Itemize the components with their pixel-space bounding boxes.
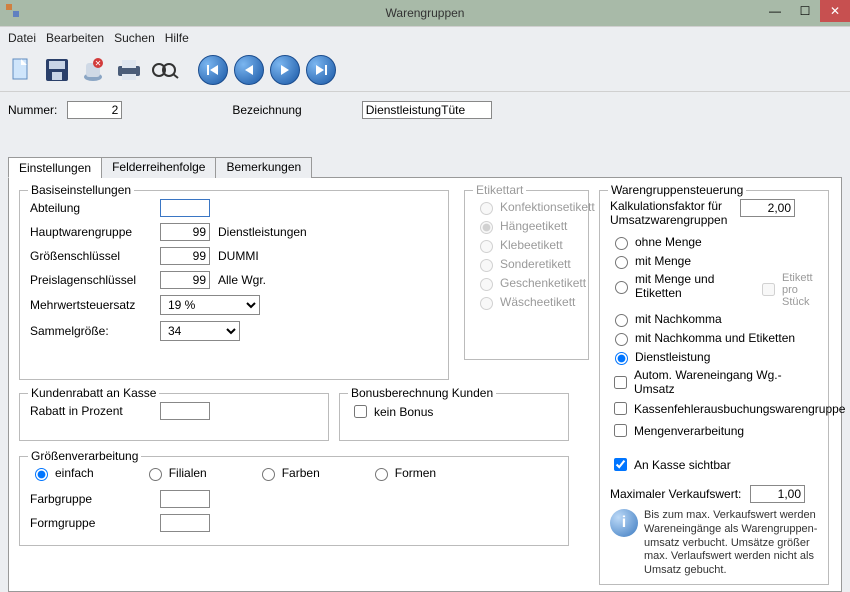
radio-sonder [480, 259, 493, 272]
group-groessenverarbeitung: Größenverarbeitung einfach Filialen Farb… [19, 456, 569, 546]
radio-mit-nachkomma-etiketten[interactable] [615, 333, 628, 346]
maximize-button[interactable]: ☐ [790, 0, 820, 22]
nav-first-icon[interactable] [198, 55, 228, 85]
tab-einstellungen[interactable]: Einstellungen [8, 157, 102, 178]
search-icon[interactable] [150, 55, 180, 85]
groessenschluessel-input[interactable] [160, 247, 210, 265]
info-icon: i [610, 509, 638, 537]
radio-mit-nachkomma[interactable] [615, 314, 628, 327]
mwst-select[interactable]: 19 % [160, 295, 260, 315]
radio-haenge [480, 221, 493, 234]
tab-felderreihenfolge[interactable]: Felderreihenfolge [101, 157, 216, 178]
nav-last-icon[interactable] [306, 55, 336, 85]
radio-klebe [480, 240, 493, 253]
bezeichnung-label: Bezeichnung [232, 103, 301, 117]
radio-formen[interactable] [375, 468, 388, 481]
kalkulationsfaktor-input[interactable] [740, 199, 795, 217]
radio-waesche [480, 297, 493, 310]
menu-datei[interactable]: Datei [8, 31, 36, 45]
radio-einfach[interactable] [35, 468, 48, 481]
mengenverarbeitung-checkbox[interactable] [614, 424, 627, 437]
menu-suchen[interactable]: Suchen [114, 31, 155, 45]
window-title: Warengruppen [386, 6, 465, 20]
etikett-pro-stueck-checkbox [762, 283, 775, 296]
an-kasse-checkbox[interactable] [614, 458, 627, 471]
group-kundenrabatt: Kundenrabatt an Kasse Rabatt in Prozent [19, 393, 329, 441]
close-button[interactable]: ✕ [820, 0, 850, 22]
sammelgroesse-select[interactable]: 34 [160, 321, 240, 341]
radio-konfektion [480, 202, 493, 215]
app-icon [6, 4, 20, 18]
menubar: Datei Bearbeiten Suchen Hilfe [0, 26, 850, 48]
radio-mit-menge-etiketten[interactable] [615, 281, 628, 294]
farbgruppe-input[interactable] [160, 490, 210, 508]
abteilung-input[interactable] [160, 199, 210, 217]
svg-text:✕: ✕ [95, 59, 102, 68]
save-icon[interactable] [42, 55, 72, 85]
nummer-label: Nummer: [8, 103, 57, 117]
minimize-button[interactable]: — [760, 0, 790, 22]
radio-geschenk [480, 278, 493, 291]
radio-mit-menge[interactable] [615, 256, 628, 269]
bezeichnung-input[interactable] [362, 101, 492, 119]
nav-next-icon[interactable] [270, 55, 300, 85]
kassenfehler-checkbox[interactable] [614, 402, 627, 415]
nav-prev-icon[interactable] [234, 55, 264, 85]
preislagenschluessel-input[interactable] [160, 271, 210, 289]
radio-dienstleistung[interactable] [615, 352, 628, 365]
group-bonus: Bonusberechnung Kunden kein Bonus [339, 393, 569, 441]
toolbar: ✕ [0, 48, 850, 92]
info-text: Bis zum max. Verkaufswert werden Warenei… [644, 509, 818, 578]
nummer-input[interactable] [67, 101, 122, 119]
print-icon[interactable] [114, 55, 144, 85]
max-verkaufswert-input[interactable] [750, 485, 805, 503]
autom-wareneingang-checkbox[interactable] [614, 376, 627, 389]
tab-body: Basiseinstellungen Abteilung Hauptwareng… [8, 177, 842, 592]
group-basiseinstellungen: Basiseinstellungen Abteilung Hauptwareng… [19, 190, 449, 380]
rabatt-input[interactable] [160, 402, 210, 420]
formgruppe-input[interactable] [160, 514, 210, 532]
tab-strip: Einstellungen Felderreihenfolge Bemerkun… [8, 157, 842, 178]
group-steuerung: Warengruppensteuerung Kalkulationsfaktor… [599, 190, 829, 585]
radio-farben[interactable] [262, 468, 275, 481]
radio-ohne-menge[interactable] [615, 237, 628, 250]
hauptwarengruppe-input[interactable] [160, 223, 210, 241]
group-etikettart: Etikettart Konfektionsetikett Hängeetike… [464, 190, 589, 360]
menu-hilfe[interactable]: Hilfe [165, 31, 189, 45]
menu-bearbeiten[interactable]: Bearbeiten [46, 31, 104, 45]
kein-bonus-checkbox[interactable] [354, 405, 367, 418]
titlebar: Warengruppen — ☐ ✕ [0, 0, 850, 26]
delete-icon[interactable]: ✕ [78, 55, 108, 85]
tab-bemerkungen[interactable]: Bemerkungen [215, 157, 312, 178]
radio-filialen[interactable] [149, 468, 162, 481]
new-icon[interactable] [6, 55, 36, 85]
